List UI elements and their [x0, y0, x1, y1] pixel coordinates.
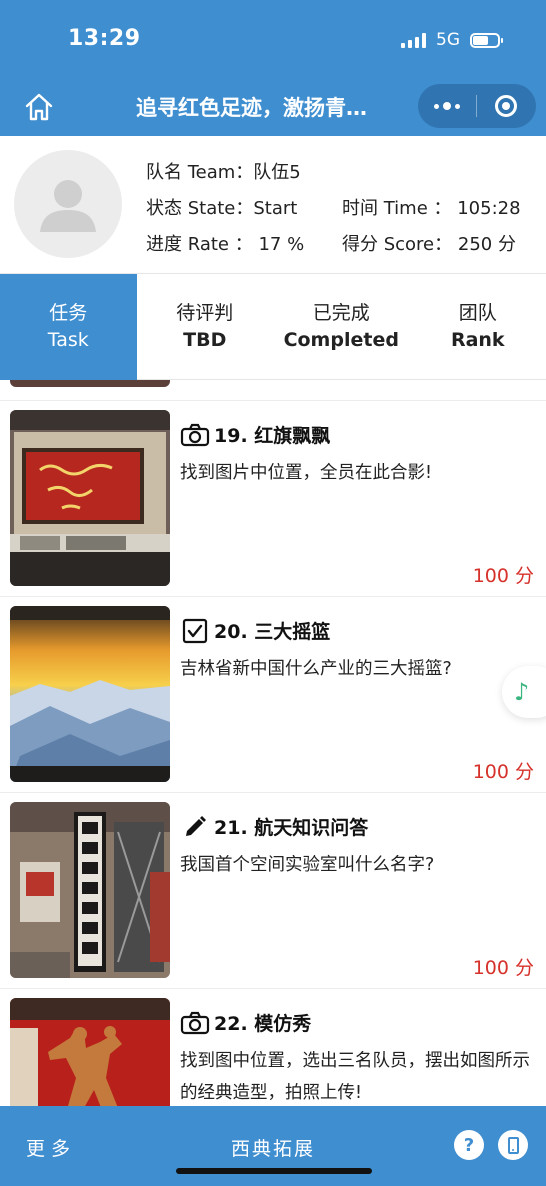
- tab-tbd-en: TBD: [183, 329, 227, 351]
- team-name-row: 队名 Team：队伍5: [146, 162, 301, 183]
- task-title: 21. 航天知识问答: [180, 813, 368, 840]
- previous-item-thumbnail-edge: [10, 380, 170, 387]
- tab-rank-en: Rank: [450, 329, 505, 351]
- tab-completed-en: Completed: [283, 329, 399, 351]
- team-state-label: 状态 State: [146, 198, 236, 219]
- team-time-label: 时间 Time: [342, 198, 428, 219]
- task-item-22[interactable]: 22. 模仿秀 找到图中位置，选出三名队员，摆出如图所示的经典造型，拍照上传!: [0, 988, 546, 1106]
- team-time-row: 时间 Time ： 105:28: [342, 198, 521, 219]
- task-list[interactable]: 19. 红旗飘飘 找到图片中位置，全员在此合影! 100 分 20. 三大摇篮 …: [0, 380, 546, 1106]
- team-rate-value: 17 %: [258, 234, 305, 255]
- home-indicator: [176, 1168, 372, 1174]
- task-thumbnail: [10, 606, 170, 782]
- page-title: 追寻红色足迹，激扬青…: [136, 96, 367, 120]
- camera-icon: [180, 423, 210, 447]
- task-item-21[interactable]: 21. 航天知识问答 我国首个空间实验室叫什么名字? 100 分: [0, 792, 546, 988]
- help-icon[interactable]: ?: [454, 1130, 484, 1160]
- home-icon[interactable]: [22, 90, 56, 124]
- team-time-value: 105:28: [457, 198, 521, 219]
- close-target-icon[interactable]: [477, 84, 535, 128]
- bottom-bar: 更多 西典拓展 ?: [0, 1106, 546, 1186]
- mini-program-capsule: [418, 84, 536, 128]
- task-thumbnail: [10, 998, 170, 1106]
- task-title: 22. 模仿秀: [180, 1009, 311, 1036]
- tab-bar: 任务 Task 待评判 TBD 已完成 Completed 团队 Rank: [0, 274, 546, 380]
- task-item-20[interactable]: 20. 三大摇篮 吉林省新中国什么产业的三大摇篮? 100 分: [0, 596, 546, 792]
- team-state-value: Start: [253, 198, 298, 219]
- pencil-icon: [180, 815, 210, 839]
- task-description: 找到图中位置，选出三名队员，摆出如图所示的经典造型，拍照上传!: [180, 1051, 530, 1103]
- team-state-row: 状态 State：Start: [146, 198, 298, 219]
- phone-icon[interactable]: [498, 1130, 528, 1160]
- team-score-label: 得分 Score: [342, 234, 435, 255]
- tab-rank-zh: 团队: [458, 302, 497, 324]
- task-title: 19. 红旗飘飘: [180, 421, 330, 448]
- task-item-19[interactable]: 19. 红旗飘飘 找到图片中位置，全员在此合影! 100 分: [0, 400, 546, 596]
- team-rate-row: 进度 Rate ： 17 %: [146, 234, 305, 255]
- task-title-text: 20. 三大摇篮: [214, 621, 331, 643]
- team-rate-label: 进度 Rate: [146, 234, 229, 255]
- tab-task-en: Task: [47, 329, 89, 351]
- more-dots-icon[interactable]: [418, 84, 476, 128]
- team-name-value: 队伍5: [253, 162, 301, 183]
- task-score: 100 分: [472, 957, 534, 979]
- team-score-row: 得分 Score： 250 分: [342, 234, 516, 255]
- tab-tbd[interactable]: 待评判 TBD: [137, 274, 274, 380]
- task-description: 吉林省新中国什么产业的三大摇篮?: [180, 659, 452, 679]
- tab-completed-zh: 已完成: [312, 302, 370, 324]
- app-root: 13:29 5G 追寻红色足迹，激扬青… 队名 Team：队伍5 状态 Stat…: [0, 0, 546, 1186]
- music-note-icon[interactable]: ♪: [502, 666, 546, 718]
- task-title: 20. 三大摇篮: [180, 617, 330, 644]
- user-silhouette-icon: [40, 180, 96, 232]
- top-bar: 13:29 5G 追寻红色足迹，激扬青…: [0, 0, 546, 136]
- camera-icon: [180, 1011, 210, 1035]
- network-type: 5G: [436, 30, 460, 50]
- task-description: 找到图片中位置，全员在此合影!: [180, 463, 433, 483]
- team-name-label: 队名 Team: [146, 162, 236, 183]
- status-time: 13:29: [68, 26, 141, 51]
- tab-tbd-zh: 待评判: [176, 302, 234, 324]
- task-score: 100 分: [472, 761, 534, 783]
- signal-icon: [401, 32, 426, 48]
- task-title-text: 21. 航天知识问答: [214, 817, 369, 839]
- checkbox-icon: [180, 618, 210, 643]
- tab-task-zh: 任务: [49, 302, 88, 324]
- task-title-text: 22. 模仿秀: [214, 1013, 312, 1035]
- team-info-panel: 队名 Team：队伍5 状态 State：Start 时间 Time ： 105…: [0, 136, 546, 274]
- avatar: [14, 150, 122, 258]
- task-thumbnail: [10, 410, 170, 586]
- status-icons: 5G: [401, 30, 503, 50]
- tab-rank[interactable]: 团队 Rank: [410, 274, 546, 380]
- tab-completed[interactable]: 已完成 Completed: [273, 274, 410, 380]
- battery-icon: [470, 32, 503, 48]
- tab-task[interactable]: 任务 Task: [0, 274, 137, 380]
- task-thumbnail: [10, 802, 170, 978]
- task-score: 100 分: [472, 565, 534, 587]
- team-score-value: 250 分: [457, 234, 516, 255]
- task-description: 我国首个空间实验室叫什么名字?: [180, 855, 435, 875]
- task-title-text: 19. 红旗飘飘: [214, 425, 331, 447]
